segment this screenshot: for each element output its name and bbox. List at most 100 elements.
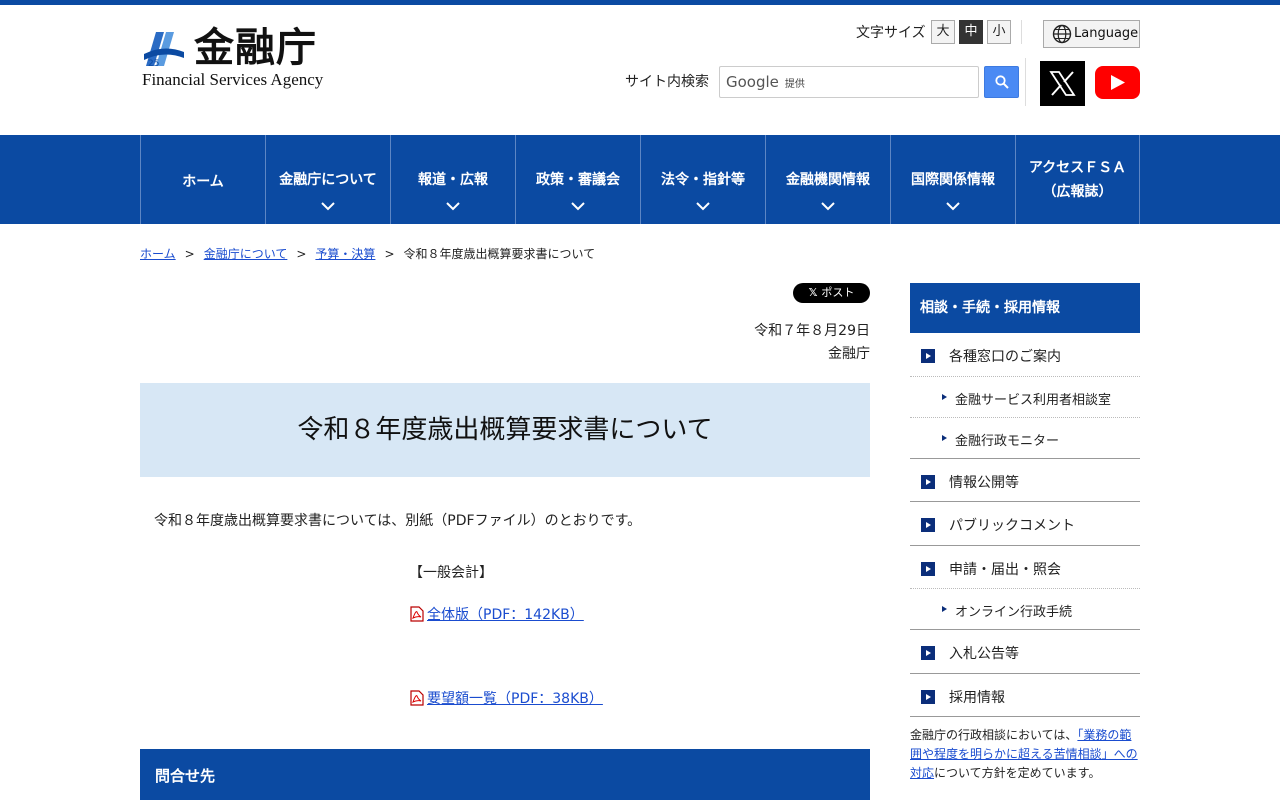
chevron-down-icon [696, 202, 710, 211]
search-brand: Google [726, 73, 779, 91]
triangle-bullet-icon [942, 435, 947, 441]
arrow-square-icon [921, 646, 935, 660]
sidebar-item-recruitment[interactable]: 採用情報 [910, 687, 1140, 707]
sidebar-heading: 相談・手続・採用情報 [910, 283, 1140, 333]
nav-item-label: ホーム [182, 174, 224, 190]
publish-date: 令和７年８月29日 [754, 323, 870, 339]
section-label: 【一般会計】 [409, 565, 493, 581]
contact-heading: 問合せ先 [140, 749, 870, 800]
divider [910, 545, 1140, 546]
sidebar-note-text: 金融庁の行政相談においては、 [910, 728, 1078, 742]
pdf-link-full-text[interactable]: 全体版（PDF：142KB） [427, 607, 584, 623]
x-social-button[interactable] [1040, 61, 1085, 106]
sidebar-item-label: 入札公告等 [949, 646, 1019, 662]
youtube-social-button[interactable] [1095, 66, 1140, 99]
post-label: ポスト [821, 286, 855, 299]
divider [910, 417, 1140, 418]
language-label: Language [1074, 26, 1139, 41]
pdf-icon [410, 606, 424, 622]
sidebar-item-label: 各種窓口のご案内 [949, 349, 1061, 365]
x-post-button[interactable]: 𝕏 ポスト [793, 283, 870, 303]
sidebar-item-applications[interactable]: 申請・届出・照会 [910, 559, 1140, 579]
top-accent-bar [0, 0, 1280, 5]
nav-item-policy[interactable]: 政策・審議会 [515, 135, 640, 224]
chevron-down-icon [446, 202, 460, 211]
language-button[interactable]: Language [1043, 20, 1140, 48]
sidebar-item-bidding[interactable]: 入札公告等 [910, 643, 1140, 663]
arrow-square-icon [921, 690, 935, 704]
font-size-medium-button[interactable]: 中 [959, 20, 983, 44]
sidebar-item-label: 申請・届出・照会 [949, 562, 1061, 578]
nav-item-label: 報道・広報 [418, 172, 488, 188]
sidebar-item-contact-windows[interactable]: 各種窓口のご案内 [910, 346, 1140, 366]
pdf-link-requests[interactable]: 要望額一覧（PDF：38KB） [409, 688, 603, 708]
site-search-label: サイト内検索 [625, 74, 709, 90]
font-size-large-button[interactable]: 大 [931, 20, 955, 44]
nav-item-label: 金融庁について [279, 172, 377, 188]
divider [910, 501, 1140, 502]
sidebar-subitem-label: 金融サービス利用者相談室 [955, 393, 1112, 408]
sidebar-subitem-consumer-office[interactable]: 金融サービス利用者相談室 [910, 389, 1140, 408]
nav-item-label: 金融機関情報 [786, 172, 870, 188]
pdf-link-requests-text[interactable]: 要望額一覧（PDF：38KB） [427, 691, 603, 707]
triangle-bullet-icon [942, 394, 947, 400]
nav-item-label-line2: （広報誌） [1042, 184, 1113, 200]
page-title-box: 令和８年度歳出概算要求書について [140, 383, 870, 477]
header-divider [1025, 58, 1026, 106]
divider [910, 716, 1140, 717]
nav-item-label: 国際関係情報 [911, 172, 995, 188]
breadcrumb-separator: > [184, 247, 195, 261]
nav-item-about[interactable]: 金融庁について [265, 135, 390, 224]
arrow-square-icon [921, 518, 935, 532]
breadcrumb-link-budget[interactable]: 予算・決算 [315, 247, 375, 261]
nav-item-laws[interactable]: 法令・指針等 [640, 135, 765, 224]
nav-item-label: 政策・審議会 [536, 172, 620, 188]
global-nav: ホーム 金融庁について 報道・広報 政策・審議会 法令・指針等 金融機関情報 国… [0, 135, 1280, 224]
sidebar-subitem-monitor[interactable]: 金融行政モニター [910, 430, 1140, 449]
divider [910, 629, 1140, 630]
nav-item-label: アクセスＦＳＡ （広報誌） [1016, 157, 1139, 201]
nav-item-label: 法令・指針等 [661, 172, 745, 188]
sidebar-item-label: パブリックコメント [949, 518, 1075, 534]
triangle-bullet-icon [942, 606, 947, 612]
arrow-square-icon [921, 562, 935, 576]
chevron-down-icon [946, 202, 960, 211]
nav-item-international[interactable]: 国際関係情報 [890, 135, 1015, 224]
sidebar-note: 金融庁の行政相談においては、「業務の範囲や程度を明らかに超える苦情相談」への対応… [910, 726, 1142, 783]
nav-item-access-fsa[interactable]: アクセスＦＳＡ （広報誌） [1015, 135, 1140, 224]
nav-item-institutions[interactable]: 金融機関情報 [765, 135, 890, 224]
x-small-icon: 𝕏 [808, 286, 822, 299]
pdf-link-full[interactable]: 全体版（PDF：142KB） [409, 604, 584, 624]
site-logo[interactable]: 25 金融庁 Financial Services Agency [142, 24, 342, 90]
font-size-small-button[interactable]: 小 [987, 20, 1011, 44]
nav-item-news[interactable]: 報道・広報 [390, 135, 515, 224]
sidebar-item-label: 情報公開等 [949, 475, 1019, 491]
publisher: 金融庁 [828, 346, 870, 362]
divider [910, 376, 1140, 377]
sidebar-subitem-label: オンライン行政手続 [955, 605, 1073, 620]
sidebar-note-text-after: について方針を定めています。 [934, 766, 1101, 780]
fsa-emblem-icon: 25 [144, 32, 184, 69]
pdf-icon [410, 690, 424, 706]
sidebar-subitem-online-procedures[interactable]: オンライン行政手続 [910, 601, 1140, 620]
globe-icon [1052, 24, 1072, 44]
x-logo-icon [1049, 71, 1076, 96]
search-input[interactable]: Google 提供 [719, 66, 979, 98]
breadcrumb-current: 令和８年度歳出概算要求書について [403, 247, 596, 261]
font-size-label: 文字サイズ [856, 25, 926, 41]
arrow-square-icon [921, 475, 935, 489]
svg-text:25: 25 [148, 59, 159, 69]
sidebar-subitem-label: 金融行政モニター [955, 434, 1060, 449]
search-icon [995, 75, 1009, 89]
breadcrumb-link-about[interactable]: 金融庁について [204, 247, 288, 261]
breadcrumb-separator: > [384, 247, 395, 261]
sidebar-item-disclosure[interactable]: 情報公開等 [910, 472, 1140, 492]
chevron-down-icon [321, 202, 335, 211]
search-provided: 提供 [784, 79, 805, 90]
breadcrumb-link-home[interactable]: ホーム [140, 247, 176, 261]
nav-item-home[interactable]: ホーム [140, 135, 265, 224]
breadcrumb: ホーム > 金融庁について > 予算・決算 > 令和８年度歳出概算要求書について [140, 245, 595, 262]
chevron-down-icon [571, 202, 585, 211]
sidebar-item-public-comment[interactable]: パブリックコメント [910, 515, 1140, 535]
search-button[interactable] [984, 66, 1019, 98]
